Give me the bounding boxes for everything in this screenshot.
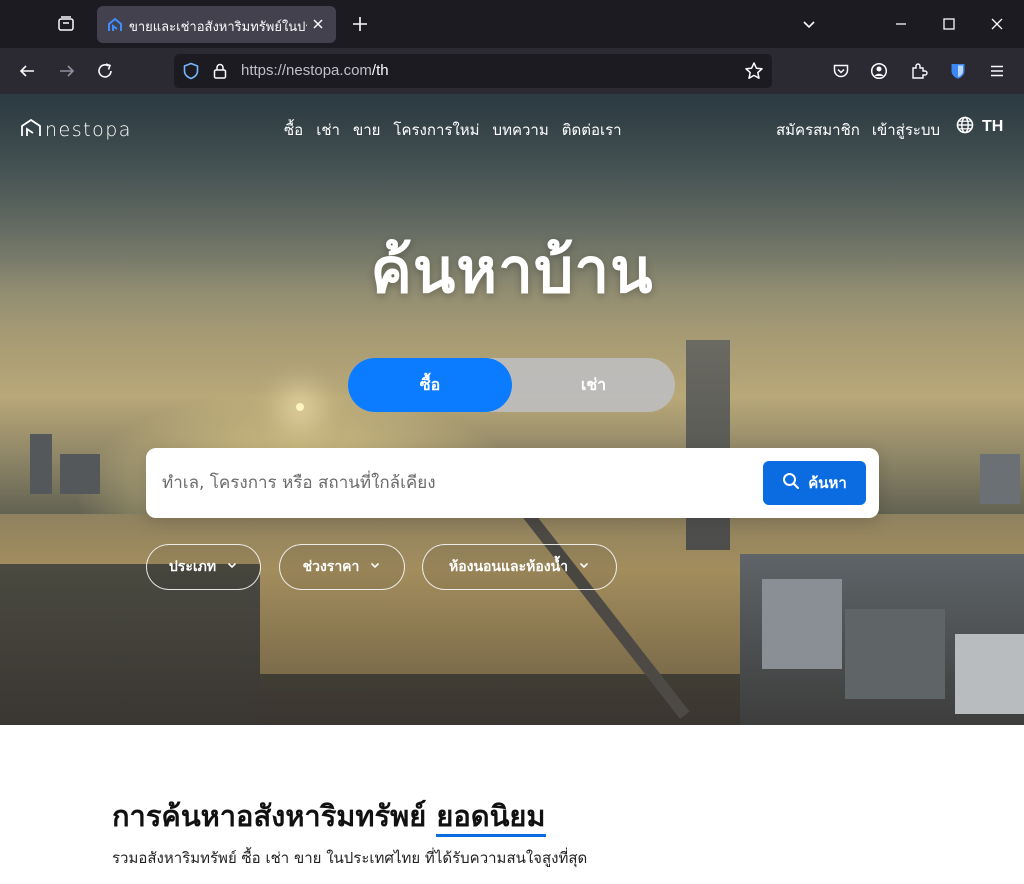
new-tab-icon[interactable] [348,12,372,36]
chevron-down-icon [226,559,238,575]
close-tab-icon[interactable] [310,16,326,32]
filter-bed-bath[interactable]: ห้องนอนและห้องน้ำ [422,544,617,590]
sun-glow [296,403,304,411]
section-title: การค้นหาอสังหาริมทรัพย์ ยอดนิยม [112,793,546,839]
nav-new-projects[interactable]: โครงการใหม่ [393,118,479,142]
nav-buy[interactable]: ซื้อ [284,118,303,142]
filter-bed-bath-label: ห้องนอนและห้องน้ำ [448,559,569,575]
globe-icon [956,116,974,138]
toggle-buy[interactable]: ซื้อ [348,358,512,412]
toggle-rent[interactable]: เช่า [512,358,675,412]
register-link[interactable]: สมัครสมาชิก [776,118,860,142]
buy-rent-toggle: ซื้อ เช่า [348,358,675,412]
search-button[interactable]: ค้นหา [763,461,866,505]
bookmark-star-icon[interactable] [744,61,764,85]
nav-rent[interactable]: เช่า [316,118,340,142]
forward-arrow-icon[interactable] [54,58,80,84]
logo-text: nestopa [45,119,132,141]
url-text[interactable]: https://nestopa.com/th [241,62,389,79]
lock-icon[interactable] [212,62,228,84]
chevron-down-icon [369,559,381,575]
section-subtitle: รวมอสังหาริมทรัพย์ ซื้อ เช่า ขาย ในประเท… [112,849,588,867]
minimize-icon[interactable] [889,12,913,36]
nav-articles[interactable]: บทความ [493,118,549,142]
filter-price-label: ช่วงราคา [302,559,360,575]
nav-contact[interactable]: ติดต่อเรา [562,118,622,142]
browser-tab-bar: ขายและเช่าอสังหาริมทรัพย์ในประเทศไทย [0,0,1024,48]
hero-title: ค้นหาบ้าน [370,234,654,307]
reload-icon[interactable] [92,58,118,84]
url-host: https://nestopa.com [241,62,372,79]
house-logo-icon [20,118,42,142]
skyscraper [686,340,730,550]
building [955,634,1024,714]
site-logo[interactable]: nestopa [20,118,132,142]
back-arrow-icon[interactable] [14,58,40,84]
browser-nav-bar: https://nestopa.com/th [0,48,1024,94]
search-box: ค้นหา [146,448,879,518]
filter-type[interactable]: ประเภท [146,544,261,590]
building [30,434,52,494]
extensions-icon[interactable] [906,58,932,84]
url-path: /th [371,62,389,79]
browser-tab[interactable]: ขายและเช่าอสังหาริมทรัพย์ในประเทศไทย [97,6,336,43]
pocket-icon[interactable] [828,58,854,84]
search-button-label: ค้นหา [808,474,847,492]
tab-title: ขายและเช่าอสังหาริมทรัพย์ในประเทศไทย [129,20,307,35]
tab-list-icon[interactable] [52,10,80,38]
building [60,454,100,494]
building [845,609,945,699]
chevron-down-icon[interactable] [797,12,821,36]
account-icon[interactable] [866,58,892,84]
chevron-down-icon [578,559,590,575]
section-title-main: การค้นหาอสังหาริมทรัพย์ [112,799,427,833]
filter-type-label: ประเภท [168,559,217,575]
nestopa-favicon-icon [107,17,123,37]
building [762,579,842,669]
menu-hamburger-icon[interactable] [984,58,1010,84]
main-nav: ซื้อ เช่า ขาย โครงการใหม่ บทความ ติดต่อเ… [284,118,622,142]
language-label: TH [982,118,1004,135]
nav-sell[interactable]: ขาย [353,118,380,142]
tracking-shield-icon[interactable] [182,62,200,84]
address-bar[interactable]: https://nestopa.com/th [174,54,772,88]
search-icon [782,472,800,494]
close-window-icon[interactable] [985,12,1009,36]
filter-price-range[interactable]: ช่วงราคา [279,544,405,590]
language-switcher[interactable]: TH [956,116,1003,138]
bitwarden-shield-icon[interactable] [945,58,971,84]
location-search-input[interactable] [162,466,752,500]
maximize-icon[interactable] [937,12,961,36]
section-title-highlight: ยอดนิยม [436,799,546,837]
building [980,454,1020,504]
auth-links: สมัครสมาชิก เข้าสู่ระบบ [776,118,940,142]
login-link[interactable]: เข้าสู่ระบบ [872,118,940,142]
